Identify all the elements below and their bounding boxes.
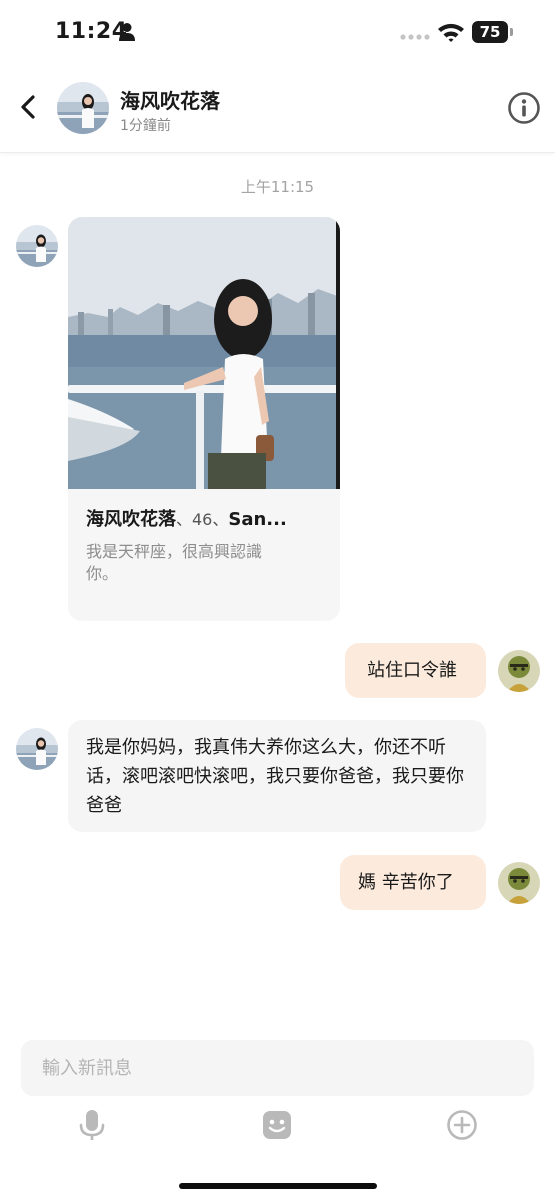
user-avatar[interactable] [498, 862, 540, 904]
message-text: 媽 辛苦你了 [358, 872, 454, 893]
chevron-left-icon[interactable] [14, 92, 44, 122]
user-avatar[interactable] [498, 650, 540, 692]
battery-cap [510, 28, 513, 36]
home-indicator [179, 1183, 377, 1189]
profile-card[interactable]: 海风吹花落、46、San... 我是天秤座，很高興認識你。 [68, 217, 340, 621]
battery-indicator: 75 [472, 21, 514, 43]
profile-photo[interactable] [68, 217, 340, 489]
battery-level: 75 [472, 21, 508, 43]
contact-avatar[interactable] [57, 82, 109, 134]
message-bubble-outgoing[interactable]: 站住口令誰 [345, 643, 486, 698]
info-icon[interactable] [507, 91, 541, 125]
message-bubble-outgoing[interactable]: 媽 辛苦你了 [340, 855, 486, 910]
message-bubble-incoming[interactable]: 我是你妈妈，我真伟大养你这么大，你还不听话，滚吧滚吧快滚吧，我只要你爸爸，我只要… [68, 720, 486, 832]
sticker-face-icon[interactable] [260, 1108, 294, 1142]
card-age: 、46、 [176, 510, 229, 529]
message-timestamp: 上午11:15 [240, 178, 315, 196]
person-icon [119, 23, 135, 41]
sender-avatar[interactable] [16, 225, 58, 267]
status-bar: 11:24 75 [0, 0, 555, 66]
card-name: 海风吹花落 [86, 509, 176, 530]
message-input[interactable] [21, 1040, 534, 1096]
contact-name: 海风吹花落 [120, 89, 220, 113]
card-title: 海风吹花落、46、San... [86, 505, 287, 531]
card-location: San... [228, 509, 287, 530]
card-description: 我是天秤座，很高興認識你。 [86, 542, 263, 583]
message-text: 我是你妈妈，我真伟大养你这么大，你还不听话，滚吧滚吧快滚吧，我只要你爸爸，我只要… [86, 737, 464, 816]
message-composer[interactable] [21, 1040, 534, 1096]
plus-circle-icon[interactable] [445, 1108, 479, 1142]
signal-dots-icon [400, 34, 430, 40]
message-text: 站住口令誰 [367, 660, 457, 681]
sender-avatar[interactable] [16, 728, 58, 770]
microphone-icon[interactable] [75, 1108, 109, 1142]
chat-header: 海风吹花落 1分鐘前 [0, 66, 555, 153]
last-seen-text: 1分鐘前 [120, 118, 171, 134]
status-time: 11:24 [55, 19, 128, 44]
wifi-icon [438, 23, 464, 42]
